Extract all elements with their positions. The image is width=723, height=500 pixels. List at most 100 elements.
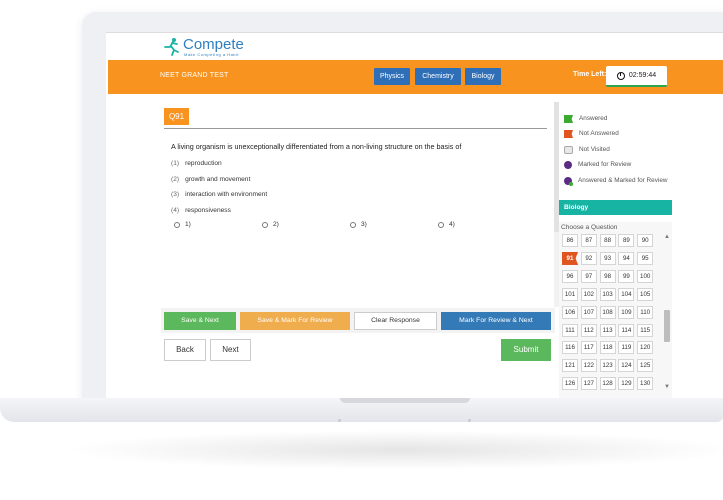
palette-question-90[interactable]: 90 [637, 234, 654, 247]
clock-icon [616, 71, 625, 80]
question-divider [164, 128, 547, 129]
question-text: A living organism is unexceptionally dif… [171, 142, 462, 151]
answer-radio-group: 1) 2) 3) 4) [174, 221, 474, 231]
palette-question-126[interactable]: 126 [562, 377, 578, 391]
palette-question-117[interactable]: 117 [580, 341, 597, 355]
palette-question-88[interactable]: 88 [599, 234, 616, 247]
next-button[interactable]: Next [210, 339, 251, 361]
palette-question-101[interactable]: 101 [562, 287, 578, 301]
timer-value: 02:59:44 [628, 72, 657, 79]
chevron-up-icon[interactable]: ▲ [664, 234, 670, 240]
answer-radio-3[interactable]: 3) [350, 221, 367, 228]
mark-review-next-button[interactable]: Mark For Review & Next [441, 312, 551, 330]
legend-not-visited: Not Visited [564, 146, 610, 154]
palette-question-112[interactable]: 112 [580, 323, 597, 337]
palette-question-98[interactable]: 98 [599, 269, 616, 283]
palette-question-103[interactable]: 103 [599, 287, 616, 301]
palette-question-108[interactable]: 108 [599, 305, 616, 319]
palette-question-86[interactable]: 86 [562, 234, 578, 247]
palette-question-102[interactable]: 102 [580, 287, 597, 301]
palette-question-110[interactable]: 110 [637, 305, 654, 319]
palette-question-94[interactable]: 94 [618, 251, 635, 265]
base-dot [468, 419, 471, 422]
palette-question-129[interactable]: 129 [618, 377, 635, 391]
palette-question-118[interactable]: 118 [599, 341, 616, 355]
palette-question-89[interactable]: 89 [618, 234, 635, 247]
palette-question-120[interactable]: 120 [637, 341, 654, 355]
exam-topbar: NEET GRAND TEST Physics Chemistry Biolog… [108, 60, 723, 94]
palette-scrollbar-thumb[interactable] [664, 310, 670, 342]
palette-question-127[interactable]: 127 [580, 377, 597, 391]
option-4: (4) responsiveness [171, 207, 231, 214]
palette-section-title: Biology [559, 200, 672, 215]
answer-radio-1[interactable]: 1) [174, 221, 191, 228]
submit-button[interactable]: Submit [501, 339, 551, 361]
palette-question-130[interactable]: 130 [637, 377, 654, 391]
option-3: (3) interaction with environment [171, 191, 268, 198]
palette-question-107[interactable]: 107 [580, 305, 597, 319]
palette-question-104[interactable]: 104 [618, 287, 635, 301]
logo-tagline: Make Competing a Habit [184, 52, 240, 57]
countdown-timer: 02:59:44 [606, 66, 667, 87]
runner-logo-icon [164, 38, 179, 56]
compete-logo[interactable]: Compete Make Competing a Habit [162, 37, 244, 57]
palette-question-121[interactable]: 121 [562, 359, 578, 373]
palette-question-125[interactable]: 125 [637, 359, 654, 373]
palette-question-87[interactable]: 87 [580, 234, 597, 247]
palette-question-93[interactable]: 93 [599, 251, 616, 265]
time-left-label: Time Left: [573, 71, 607, 78]
not-answered-flag-icon [564, 130, 573, 138]
answer-radio-4[interactable]: 4) [438, 221, 455, 228]
laptop-base [0, 398, 723, 422]
palette-question-124[interactable]: 124 [618, 359, 635, 373]
palette-scrollbar[interactable]: ▲ ▼ [664, 234, 670, 390]
legend-not-answered: Not Answered [564, 130, 619, 138]
chevron-down-icon[interactable]: ▼ [664, 384, 670, 390]
palette-question-111[interactable]: 111 [562, 323, 578, 337]
legend-answered-marked: Answered & Marked for Review [564, 177, 668, 186]
radio-circle-icon [438, 221, 444, 228]
subject-tab-physics[interactable]: Physics [374, 68, 410, 85]
radio-circle-icon [174, 221, 180, 228]
palette-question-116[interactable]: 116 [562, 341, 578, 355]
logo-bar: Compete Make Competing a Habit [106, 32, 723, 60]
palette-question-113[interactable]: 113 [599, 323, 616, 337]
laptop-shadow [60, 430, 723, 470]
palette-question-92[interactable]: 92 [580, 251, 597, 265]
palette-question-96[interactable]: 96 [562, 269, 578, 283]
answered-marked-circle-icon [564, 177, 573, 186]
answer-radio-2[interactable]: 2) [262, 221, 279, 228]
radio-circle-icon [262, 221, 268, 228]
save-next-button[interactable]: Save & Next [164, 312, 236, 330]
palette-question-91[interactable]: 91 [562, 251, 578, 265]
subject-tab-biology[interactable]: Biology [465, 68, 501, 85]
palette-question-122[interactable]: 122 [580, 359, 597, 373]
legend-answered: Answered [564, 115, 607, 123]
question-number-badge: Q91 [164, 108, 189, 125]
action-bar: Save & Next Save & Mark For Review Clear… [161, 308, 555, 333]
palette-question-128[interactable]: 128 [599, 377, 616, 391]
palette-question-123[interactable]: 123 [599, 359, 616, 373]
laptop-notch [340, 398, 470, 403]
answered-flag-icon [564, 115, 573, 123]
palette-question-100[interactable]: 100 [637, 269, 654, 283]
subject-tab-chemistry[interactable]: Chemistry [415, 68, 461, 85]
laptop-screen: Compete Make Competing a Habit NEET GRAN… [106, 32, 723, 398]
palette-question-105[interactable]: 105 [637, 287, 654, 301]
palette-question-114[interactable]: 114 [618, 323, 635, 337]
palette-question-97[interactable]: 97 [580, 269, 597, 283]
palette-question-115[interactable]: 115 [637, 323, 654, 337]
palette-question-106[interactable]: 106 [562, 305, 578, 319]
clear-response-button[interactable]: Clear Response [354, 312, 437, 330]
option-1: (1) reproduction [171, 160, 222, 167]
legend-marked-review: Marked for Review [564, 161, 631, 169]
radio-circle-icon [350, 221, 356, 228]
palette-question-99[interactable]: 99 [618, 269, 635, 283]
base-dot [338, 419, 341, 422]
back-button[interactable]: Back [164, 339, 206, 361]
palette-question-95[interactable]: 95 [637, 251, 654, 265]
palette-question-109[interactable]: 109 [618, 305, 635, 319]
save-mark-review-button[interactable]: Save & Mark For Review [240, 312, 350, 330]
palette-question-119[interactable]: 119 [618, 341, 635, 355]
test-name: NEET GRAND TEST [160, 72, 229, 79]
